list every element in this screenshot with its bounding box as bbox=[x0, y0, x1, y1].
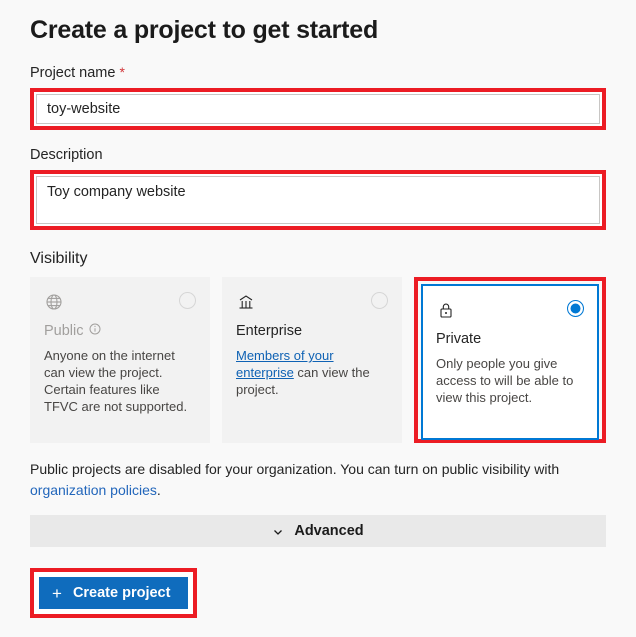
public-title-text: Public bbox=[44, 323, 84, 339]
create-project-button[interactable]: + Create project bbox=[39, 577, 189, 609]
create-project-button-label: Create project bbox=[72, 585, 171, 601]
project-name-label: Project name * bbox=[30, 63, 606, 82]
create-project-page: Create a project to get started Project … bbox=[0, 0, 636, 637]
visibility-option-public[interactable]: Public Anyone on the internet can view t… bbox=[30, 277, 210, 443]
visibility-radio-public[interactable] bbox=[179, 292, 196, 309]
project-name-label-text: Project name bbox=[30, 65, 116, 81]
visibility-option-private[interactable]: Private Only people you give access to w… bbox=[421, 284, 599, 440]
project-name-annotation-box bbox=[30, 88, 606, 130]
page-title: Create a project to get started bbox=[30, 16, 379, 44]
note-text-before: Public projects are disabled for your or… bbox=[30, 461, 560, 477]
visibility-section-label: Visibility bbox=[30, 250, 88, 267]
description-label: Description bbox=[30, 147, 103, 163]
plus-icon: + bbox=[52, 583, 62, 603]
visibility-option-enterprise[interactable]: Enterprise Members of your enterprise ca… bbox=[222, 277, 402, 443]
visibility-option-enterprise-description: Members of your enterprise can view the … bbox=[236, 347, 388, 398]
chevron-down-icon bbox=[272, 525, 284, 537]
lock-icon bbox=[436, 300, 456, 320]
visibility-option-private-description: Only people you give access to will be a… bbox=[436, 356, 574, 405]
visibility-options: Public Anyone on the internet can view t… bbox=[30, 277, 606, 443]
description-annotation-box bbox=[30, 170, 606, 230]
required-asterisk: * bbox=[119, 64, 125, 80]
globe-icon bbox=[44, 292, 64, 312]
create-project-annotation-box: + Create project bbox=[30, 568, 198, 618]
visibility-option-public-description: Anyone on the internet can view the proj… bbox=[44, 348, 188, 414]
advanced-expander[interactable]: Advanced bbox=[30, 515, 606, 547]
info-icon[interactable] bbox=[89, 322, 101, 340]
visibility-option-public-title: Public bbox=[44, 322, 196, 340]
advanced-label: Advanced bbox=[294, 523, 364, 539]
bank-icon bbox=[236, 292, 256, 312]
visibility-radio-enterprise[interactable] bbox=[371, 292, 388, 309]
organization-policies-link[interactable]: organization policies bbox=[30, 482, 157, 498]
note-text-after: . bbox=[156, 482, 161, 498]
visibility-option-private-title: Private bbox=[436, 331, 482, 347]
project-name-input[interactable] bbox=[36, 94, 600, 124]
visibility-option-enterprise-title: Enterprise bbox=[236, 323, 303, 339]
visibility-radio-private[interactable] bbox=[567, 300, 584, 317]
public-disabled-note: Public projects are disabled for your or… bbox=[30, 459, 606, 501]
private-annotation-box: Private Only people you give access to w… bbox=[414, 277, 606, 443]
description-textarea[interactable] bbox=[36, 176, 600, 224]
